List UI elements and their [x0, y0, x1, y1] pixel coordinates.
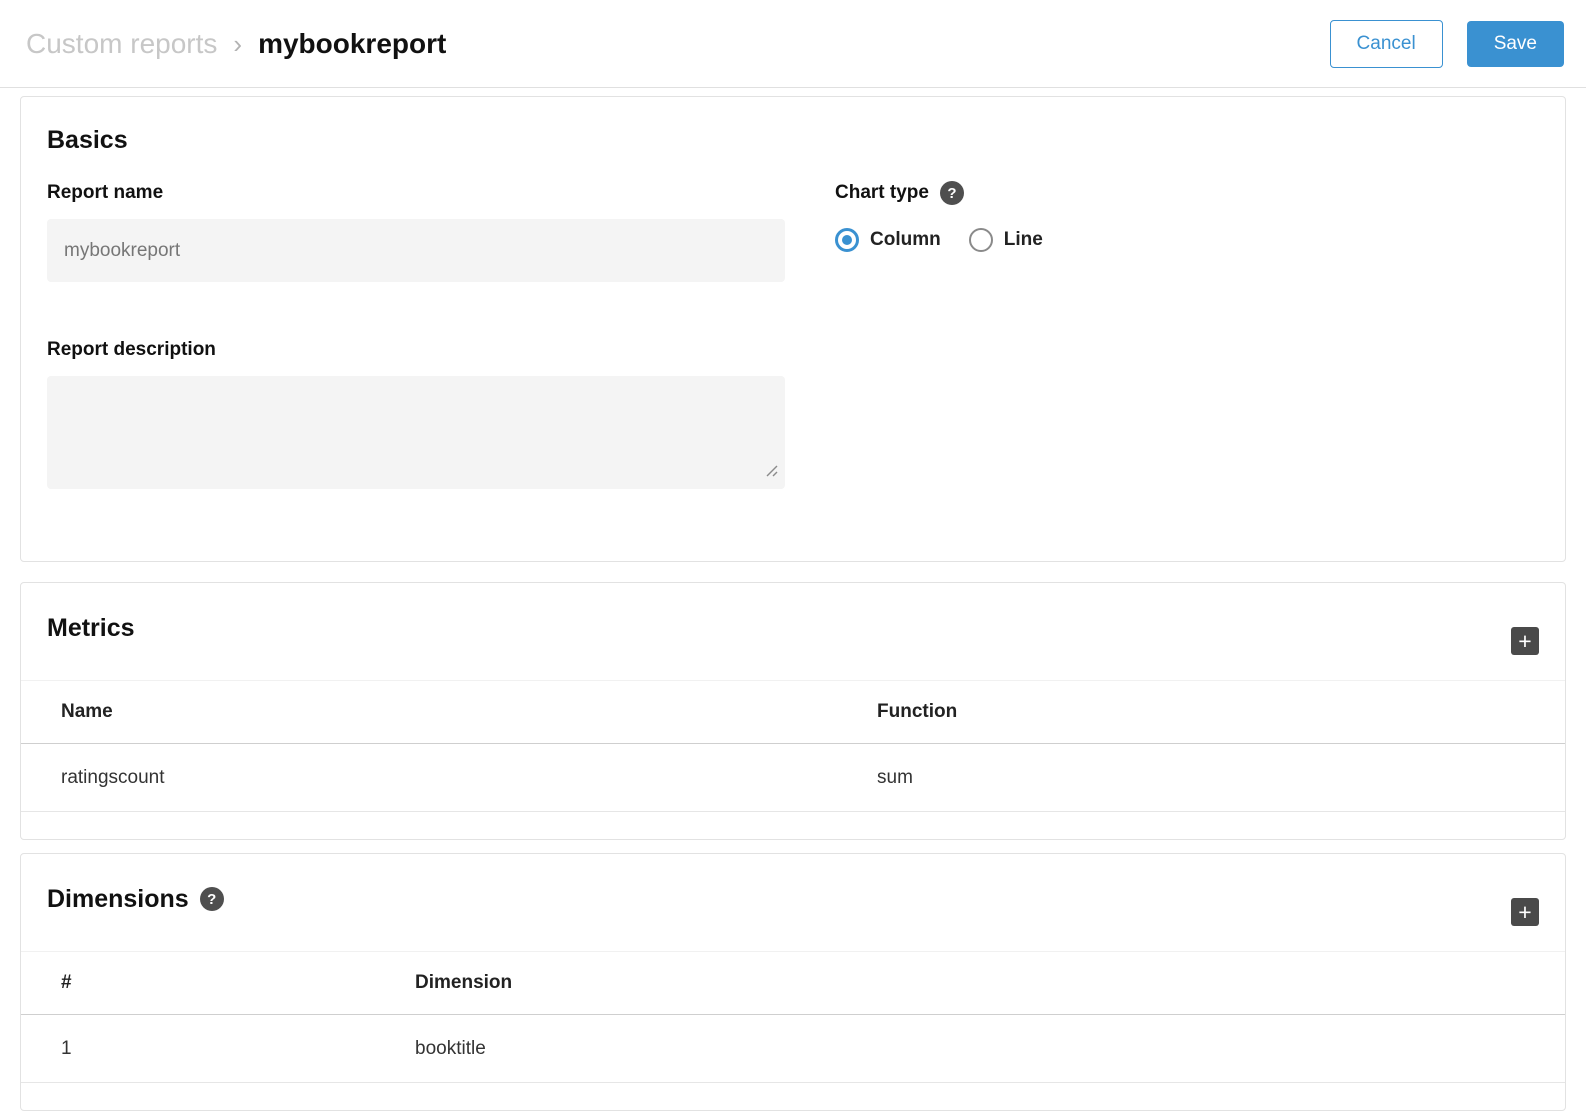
metric-function-cell: sum: [877, 767, 1525, 789]
basics-title: Basics: [47, 125, 1539, 155]
column-radio[interactable]: [835, 228, 859, 252]
chart-type-help-icon[interactable]: ?: [940, 181, 964, 205]
column-radio-label: Column: [870, 229, 941, 251]
report-description-textarea[interactable]: [47, 376, 785, 489]
report-name-label: Report name: [47, 181, 785, 205]
breadcrumb-custom-reports[interactable]: Custom reports: [26, 28, 217, 60]
basics-card: Basics Report name Report description: [20, 96, 1566, 562]
report-name-input[interactable]: [47, 219, 785, 282]
chart-type-option-column[interactable]: Column: [835, 228, 941, 252]
page-title: mybookreport: [258, 28, 446, 60]
dimension-index-cell: 1: [61, 1038, 415, 1060]
chart-type-options: Column Line: [835, 228, 1539, 252]
metrics-title: Metrics: [47, 613, 135, 643]
cancel-button[interactable]: Cancel: [1330, 20, 1443, 68]
resize-handle-icon[interactable]: [764, 463, 778, 482]
dimensions-table-row[interactable]: 1 booktitle: [21, 1015, 1565, 1083]
add-dimension-button[interactable]: +: [1511, 898, 1539, 926]
dimension-name-cell: booktitle: [415, 1038, 1525, 1060]
add-metric-button[interactable]: +: [1511, 627, 1539, 655]
report-description-label: Report description: [47, 338, 785, 362]
metrics-table-header: Name Function: [21, 681, 1565, 744]
chart-type-section: Chart type ? Column Line: [835, 181, 1539, 489]
metric-name-cell: ratingscount: [61, 767, 877, 789]
content: Basics Report name Report description: [0, 88, 1586, 1111]
line-radio-label: Line: [1004, 229, 1043, 251]
header-actions: Cancel Save: [1330, 20, 1564, 68]
chart-type-label: Chart type: [835, 181, 929, 205]
dimensions-table-header: # Dimension: [21, 952, 1565, 1015]
breadcrumb: Custom reports › mybookreport: [26, 27, 446, 60]
metrics-table-row[interactable]: ratingscount sum: [21, 744, 1565, 812]
dimensions-help-icon[interactable]: ?: [200, 887, 224, 911]
chart-type-option-line[interactable]: Line: [969, 228, 1043, 252]
dimensions-card: Dimensions ? + # Dimension 1 booktitle: [20, 853, 1566, 1111]
save-button[interactable]: Save: [1467, 21, 1564, 67]
dimensions-header-dimension: Dimension: [415, 972, 1525, 994]
line-radio[interactable]: [969, 228, 993, 252]
basics-left-column: Report name Report description: [47, 181, 785, 489]
metrics-header-name: Name: [61, 701, 877, 723]
app-header: Custom reports › mybookreport Cancel Sav…: [0, 0, 1586, 88]
metrics-header-function: Function: [877, 701, 1525, 723]
metrics-card: Metrics + Name Function ratingscount sum: [20, 582, 1566, 840]
dimensions-title: Dimensions: [47, 884, 189, 914]
dimensions-header-index: #: [61, 972, 415, 994]
chevron-right-icon: ›: [233, 27, 242, 60]
